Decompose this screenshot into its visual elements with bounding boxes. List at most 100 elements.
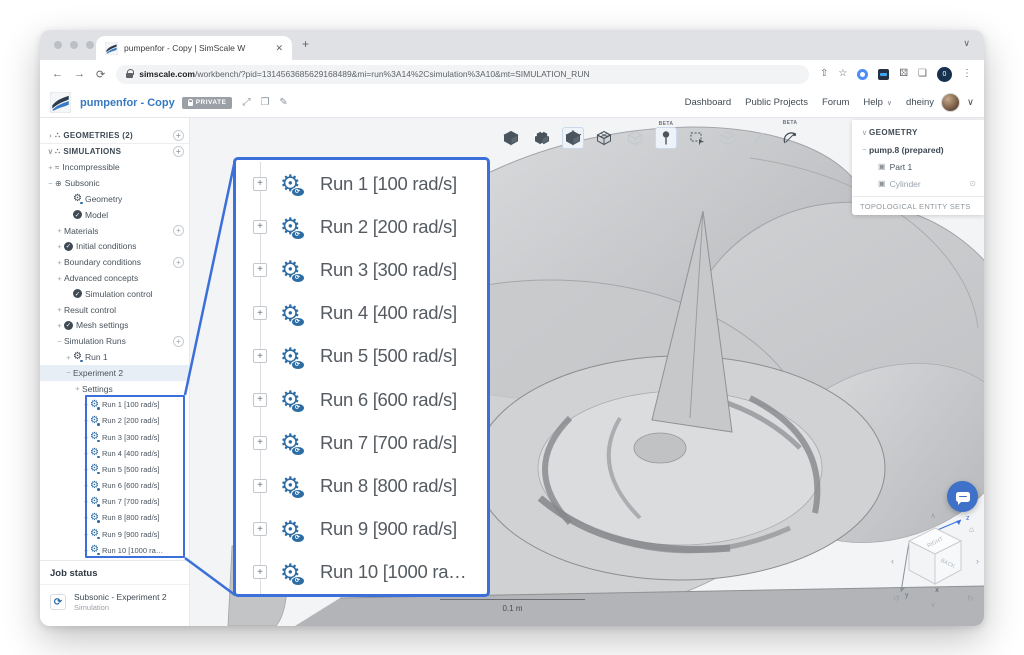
visibility-eye-icon[interactable]: ⊙ (969, 179, 976, 188)
callout-run-run-2-200-rad-s[interactable]: +⚙⟳Run 2 [200 rad/s] (236, 205, 487, 248)
tree-item-model[interactable]: ✓Model (40, 207, 189, 223)
share-icon[interactable]: ⇧ (820, 69, 828, 79)
view-vertices-icon[interactable] (531, 127, 553, 149)
sketch-tool-icon[interactable] (748, 127, 770, 149)
tree-item-geometries-2[interactable]: ›∴GEOMETRIES (2)+ (40, 128, 189, 144)
expander-icon[interactable]: − (64, 368, 73, 377)
tree-item-boundary-conditions[interactable]: +Boundary conditions+ (40, 254, 189, 270)
extension-dark-icon[interactable] (878, 69, 889, 80)
measure-tool-icon[interactable]: BETA (779, 127, 801, 149)
tree-item-mesh-settings[interactable]: +✓Mesh settings (40, 318, 189, 334)
tab-search-chevron-icon[interactable]: ∨ (963, 38, 970, 49)
extension-blue-icon[interactable] (857, 69, 868, 80)
callout-run-run-4-400-rad-s[interactable]: +⚙⟳Run 4 [400 rad/s] (236, 292, 487, 335)
nav-rotate-cw-icon[interactable]: ↻ (967, 594, 974, 603)
view-mesh-icon[interactable] (593, 127, 615, 149)
expander-icon[interactable]: + (46, 163, 55, 172)
nav-rotate-ccw-icon[interactable]: ↺ (893, 594, 900, 603)
side-panel-icon[interactable]: ❏ (918, 69, 927, 79)
geometry-part-part-1[interactable]: ▣Part 1 (852, 158, 984, 175)
nav-link-help[interactable]: Help ∨ (863, 97, 892, 108)
user-avatar[interactable] (941, 93, 960, 112)
project-title[interactable]: pumpenfor - Copy (80, 97, 175, 109)
geometry-part-cylinder[interactable]: ▣Cylinder⊙ (852, 175, 984, 192)
expand-run-button[interactable]: + (253, 220, 267, 234)
add-item-button[interactable]: + (173, 225, 184, 236)
expander-icon[interactable]: + (55, 305, 64, 314)
copy-project-icon[interactable]: ❐ (260, 98, 269, 108)
reload-icon[interactable]: ⟳ (96, 68, 105, 81)
bookmark-star-icon[interactable]: ☆ (838, 69, 847, 79)
expander-icon[interactable]: + (55, 321, 64, 330)
tree-item-result-control[interactable]: +Result control (40, 302, 189, 318)
expand-run-button[interactable]: + (253, 263, 267, 277)
add-item-button[interactable]: + (173, 336, 184, 347)
back-icon[interactable]: ← (52, 68, 63, 80)
close-window-button[interactable] (54, 41, 62, 49)
username-label[interactable]: dheiny (906, 97, 934, 108)
expand-run-button[interactable]: + (253, 306, 267, 320)
callout-run-run-1-100-rad-s[interactable]: +⚙⟳Run 1 [100 rad/s] (236, 162, 487, 205)
browser-menu-icon[interactable]: ⋮ (962, 69, 972, 79)
add-item-button[interactable]: + (173, 257, 184, 268)
nav-link-dashboard[interactable]: Dashboard (685, 97, 731, 108)
view-transparent-icon[interactable] (624, 127, 646, 149)
tab-close-icon[interactable]: ✕ (275, 43, 283, 54)
view-normals-icon[interactable] (562, 127, 584, 149)
nav-left-chevron[interactable]: ‹ (891, 556, 894, 566)
support-chat-button[interactable] (947, 481, 978, 512)
tree-item-simulation-runs[interactable]: −Simulation Runs+ (40, 333, 189, 349)
topological-entity-sets-header[interactable]: TOPOLOGICAL ENTITY SETS (852, 196, 984, 215)
expander-icon[interactable]: › (46, 131, 55, 140)
tree-item-geometry[interactable]: ⚙Geometry (40, 191, 189, 207)
callout-run-run-3-300-rad-s[interactable]: +⚙⟳Run 3 [300 rad/s] (236, 248, 487, 291)
forward-icon[interactable]: → (74, 68, 85, 80)
tree-item-simulation-control[interactable]: ✓Simulation control (40, 286, 189, 302)
extensions-puzzle-icon[interactable]: ⚄ (899, 69, 908, 79)
callout-run-run-5-500-rad-s[interactable]: +⚙⟳Run 5 [500 rad/s] (236, 335, 487, 378)
expand-run-button[interactable]: + (253, 177, 267, 191)
geometry-panel-header[interactable]: ∨ GEOMETRY (852, 124, 984, 141)
share-project-icon[interactable]: ⤢ (242, 98, 250, 108)
probe-point-icon[interactable]: BETA (655, 127, 677, 149)
callout-run-run-9-900-rad-s[interactable]: +⚙⟳Run 9 [900 rad/s] (236, 508, 487, 551)
nav-link-forum[interactable]: Forum (822, 97, 849, 108)
add-item-button[interactable]: + (173, 130, 184, 141)
expander-icon[interactable]: − (55, 337, 64, 346)
callout-run-run-10-1000-ra[interactable]: +⚙⟳Run 10 [1000 ra… (236, 551, 487, 594)
nav-right-chevron[interactable]: › (976, 556, 979, 566)
geometry-root-item[interactable]: − pump.8 (prepared) (852, 141, 984, 158)
expander-icon[interactable]: + (55, 274, 64, 283)
hidden-tool-icon[interactable] (717, 127, 739, 149)
expand-run-button[interactable]: + (253, 393, 267, 407)
expander-icon[interactable]: + (64, 353, 73, 362)
expander-icon[interactable]: + (55, 226, 64, 235)
tree-item-simulations[interactable]: ∨∴SIMULATIONS+ (40, 144, 189, 160)
callout-run-run-6-600-rad-s[interactable]: +⚙⟳Run 6 [600 rad/s] (236, 378, 487, 421)
box-select-icon[interactable] (686, 127, 708, 149)
maximize-window-button[interactable] (86, 41, 94, 49)
address-bar[interactable]: simscale.com/workbench/?pid=131456368562… (116, 65, 809, 84)
callout-run-run-8-800-rad-s[interactable]: +⚙⟳Run 8 [800 rad/s] (236, 464, 487, 507)
expand-run-button[interactable]: + (253, 522, 267, 536)
browser-profile-avatar[interactable]: 0 (937, 67, 952, 82)
nav-home-icon[interactable]: ⌂ (969, 525, 974, 534)
expand-run-button[interactable]: + (253, 479, 267, 493)
expand-run-button[interactable]: + (253, 349, 267, 363)
tree-item-experiment-2[interactable]: −Experiment 2 (40, 365, 189, 381)
navigation-cube[interactable]: ∧ ∨ ‹ › ⌂ ↺ ↻ z y RIGHT (885, 508, 984, 608)
minimize-window-button[interactable] (70, 41, 78, 49)
tree-item-advanced-concepts[interactable]: +Advanced concepts (40, 270, 189, 286)
expand-run-button[interactable]: + (253, 565, 267, 579)
job-status-card[interactable]: ⟳ Subsonic - Experiment 2 Simulation (40, 585, 189, 619)
new-tab-button[interactable]: + (302, 37, 309, 51)
collapse-icon[interactable]: − (860, 145, 869, 154)
nav-link-public-projects[interactable]: Public Projects (745, 97, 808, 108)
expand-run-button[interactable]: + (253, 436, 267, 450)
browser-tab[interactable]: pumpenfor - Copy | SimScale W ✕ (96, 36, 292, 60)
callout-run-run-7-700-rad-s[interactable]: +⚙⟳Run 7 [700 rad/s] (236, 421, 487, 464)
expander-icon[interactable]: − (46, 179, 55, 188)
view-solid-icon[interactable] (500, 127, 522, 149)
user-menu-chevron-icon[interactable]: ∨ (967, 97, 974, 108)
expander-icon[interactable]: + (55, 258, 64, 267)
